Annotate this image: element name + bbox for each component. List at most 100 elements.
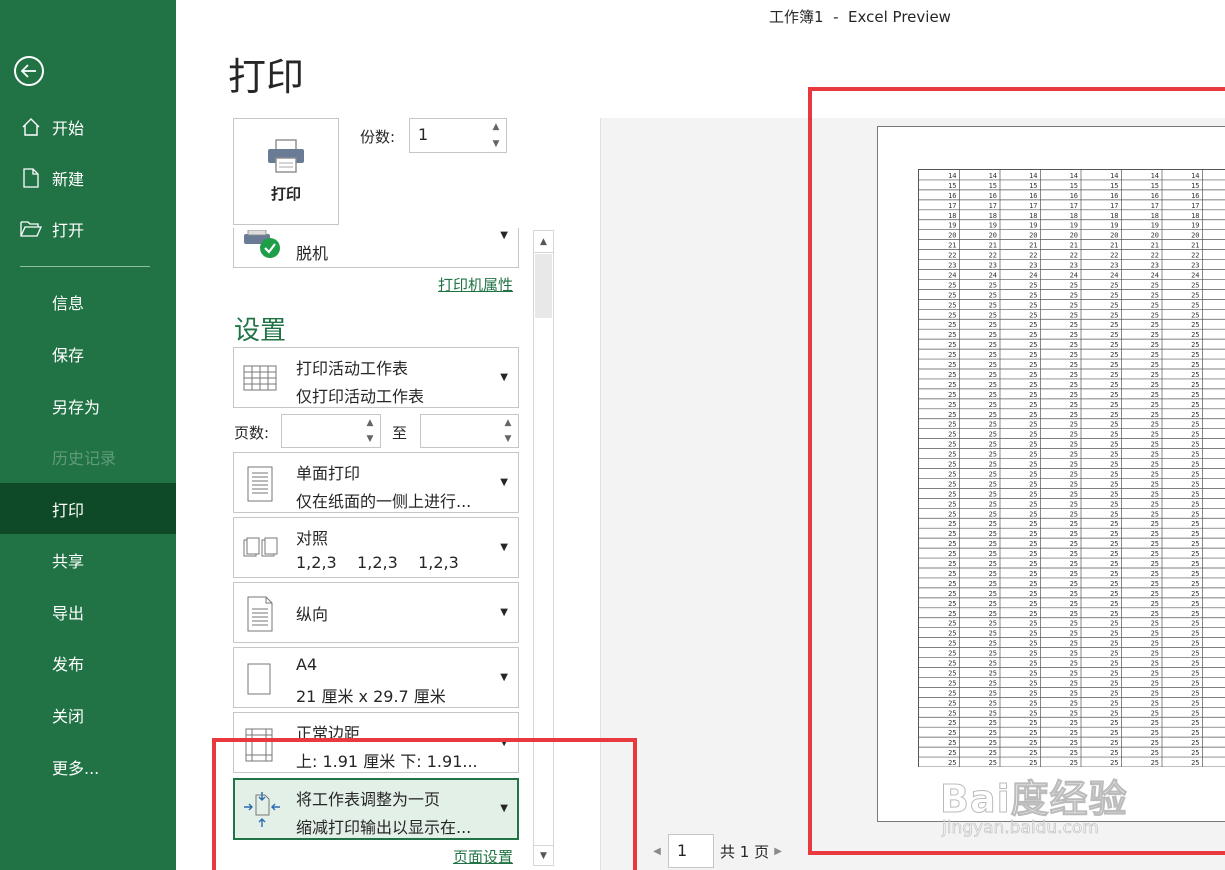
sheet-cell: 25 xyxy=(1029,630,1037,638)
scaling-dropdown[interactable]: 将工作表调整为一页 缩减打印输出以显示在... ▼ xyxy=(233,778,519,840)
page-number-input[interactable]: 1 xyxy=(668,834,714,868)
sheet-cell: 25 xyxy=(948,570,956,578)
sheet-cell: 25 xyxy=(948,480,956,488)
sheet-cell: 25 xyxy=(1191,650,1199,658)
sheet-cell: 25 xyxy=(1151,411,1159,419)
sheet-cell: 25 xyxy=(1110,729,1118,737)
sheet-cell: 25 xyxy=(1029,620,1037,628)
sheet-cell: 25 xyxy=(948,560,956,568)
orientation-dropdown[interactable]: 纵向 ▼ xyxy=(233,582,519,643)
settings-scrollbar[interactable]: ▲ ▼ xyxy=(533,230,554,866)
sheet-cell: 25 xyxy=(948,590,956,598)
sheet-cell: 25 xyxy=(1070,630,1078,638)
sheet-cell: 25 xyxy=(1191,371,1199,379)
paper-size-dropdown[interactable]: A4 21 厘米 x 29.7 厘米 ▼ xyxy=(233,647,519,708)
sheet-cell: 25 xyxy=(1029,431,1037,439)
margins-dropdown[interactable]: 正常边距 上: 1.91 厘米 下: 1.91... ▼ xyxy=(233,712,519,773)
sheet-cell: 25 xyxy=(1029,371,1037,379)
sheet-cell: 25 xyxy=(989,401,997,409)
sheet-cell: 25 xyxy=(948,441,956,449)
back-arrow-icon[interactable] xyxy=(14,56,44,86)
spin-up-icon[interactable]: ▲ xyxy=(502,418,514,428)
sheet-cell: 25 xyxy=(948,550,956,558)
sheet-cell: 18 xyxy=(1151,212,1159,220)
sidebar-item-open[interactable]: 打开 xyxy=(0,203,176,254)
scroll-down-icon[interactable]: ▼ xyxy=(534,845,553,865)
margins-icon xyxy=(242,725,278,762)
sheet-cell: 25 xyxy=(989,281,997,289)
page-setup-link[interactable]: 页面设置 xyxy=(453,846,513,867)
sheet-cell: 25 xyxy=(948,650,956,658)
sheet-cell: 25 xyxy=(1191,699,1199,707)
sheet-cell: 25 xyxy=(948,451,956,459)
sheet-cell: 25 xyxy=(1151,381,1159,389)
spin-down-icon[interactable]: ▼ xyxy=(502,434,514,444)
sidebar-item-save[interactable]: 保存 xyxy=(0,328,176,379)
spin-down-icon[interactable]: ▼ xyxy=(364,434,376,444)
sheet-cell: 25 xyxy=(1070,381,1078,389)
collation-dropdown[interactable]: 对照 1,2,3 1,2,3 1,2,3 ▼ xyxy=(233,517,519,578)
sheet-cell: 18 xyxy=(1191,212,1199,220)
spin-down-icon[interactable]: ▼ xyxy=(490,139,502,149)
sheet-cell: 25 xyxy=(1110,431,1118,439)
sheet-cell: 23 xyxy=(1029,262,1037,270)
sheet-cell: 25 xyxy=(1191,480,1199,488)
printer-dropdown[interactable]: 脱机 ▼ xyxy=(233,228,519,268)
sheet-cell: 25 xyxy=(1070,441,1078,449)
copies-input[interactable]: 1 ▲ ▼ xyxy=(409,118,507,153)
sheet-cell: 25 xyxy=(1029,590,1037,598)
sheet-cell: 25 xyxy=(989,540,997,548)
sidebar-item-home[interactable]: 开始 xyxy=(0,101,176,152)
pages-from-input[interactable]: ▲ ▼ xyxy=(281,414,381,448)
sheet-cell: 25 xyxy=(1151,610,1159,618)
sidebar-item-publish[interactable]: 发布 xyxy=(0,637,176,688)
print-sides-dropdown[interactable]: 单面打印 仅在纸面的一侧上进行... ▼ xyxy=(233,452,519,513)
sheet-cell: 24 xyxy=(1191,271,1199,279)
next-page-icon[interactable]: ▶ xyxy=(769,846,787,857)
sheet-cell: 24 xyxy=(948,271,956,279)
sheet-cell: 14 xyxy=(1191,172,1199,180)
sheet-cell: 25 xyxy=(1151,311,1159,319)
sidebar-item-info[interactable]: 信息 xyxy=(0,276,176,327)
sheet-cell: 25 xyxy=(1070,600,1078,608)
chevron-down-icon: ▼ xyxy=(500,672,508,683)
dropdown-subtitle: 缩减打印输出以显示在... xyxy=(296,818,472,837)
sheet-cell: 25 xyxy=(1110,490,1118,498)
baidu-jingyan-watermark: Bai度经验 jingyan.baidu.com xyxy=(930,740,1170,840)
sheet-cell: 25 xyxy=(1110,391,1118,399)
print-active-sheets-dropdown[interactable]: 打印活动工作表 仅打印活动工作表 ▼ xyxy=(233,347,519,408)
sheet-cell: 25 xyxy=(989,371,997,379)
dropdown-subtitle: 仅打印活动工作表 xyxy=(296,387,425,406)
sheet-cell: 25 xyxy=(989,470,997,478)
sheet-cell: 14 xyxy=(989,172,997,180)
sheet-cell: 21 xyxy=(1110,242,1118,250)
print-button[interactable]: 打印 xyxy=(233,118,339,225)
page-title: 打印 xyxy=(228,55,305,99)
sheet-cell: 25 xyxy=(1191,590,1199,598)
spin-up-icon[interactable]: ▲ xyxy=(490,122,502,132)
sheet-cell: 20 xyxy=(1191,232,1199,240)
sidebar-item-close[interactable]: 关闭 xyxy=(0,689,176,740)
printer-properties-link[interactable]: 打印机属性 xyxy=(438,274,513,295)
sheet-cell: 21 xyxy=(1191,242,1199,250)
spin-up-icon[interactable]: ▲ xyxy=(364,418,376,428)
sidebar-item-print[interactable]: 打印 xyxy=(0,483,176,534)
pages-to-input[interactable]: ▲ ▼ xyxy=(420,414,519,448)
sheet-cell: 25 xyxy=(948,669,956,677)
sheet-cell: 25 xyxy=(1029,580,1037,588)
home-icon xyxy=(20,117,42,137)
previous-page-icon[interactable]: ◀ xyxy=(648,846,666,857)
sidebar-item-share[interactable]: 共享 xyxy=(0,534,176,585)
sheet-cell: 25 xyxy=(989,391,997,399)
sheet-cell: 15 xyxy=(1029,182,1037,190)
scroll-up-icon[interactable]: ▲ xyxy=(534,231,553,253)
sheet-cell: 25 xyxy=(1151,689,1159,697)
sheet-cell: 25 xyxy=(1151,301,1159,309)
scrollbar-thumb[interactable] xyxy=(535,254,552,318)
sidebar-item-more[interactable]: 更多... xyxy=(0,741,176,792)
sidebar-item-new[interactable]: 新建 xyxy=(0,152,176,203)
sidebar-item-save-as[interactable]: 另存为 xyxy=(0,380,176,431)
sheet-cell: 23 xyxy=(1151,262,1159,270)
sidebar-item-export[interactable]: 导出 xyxy=(0,586,176,637)
chevron-down-icon: ▼ xyxy=(500,230,508,241)
